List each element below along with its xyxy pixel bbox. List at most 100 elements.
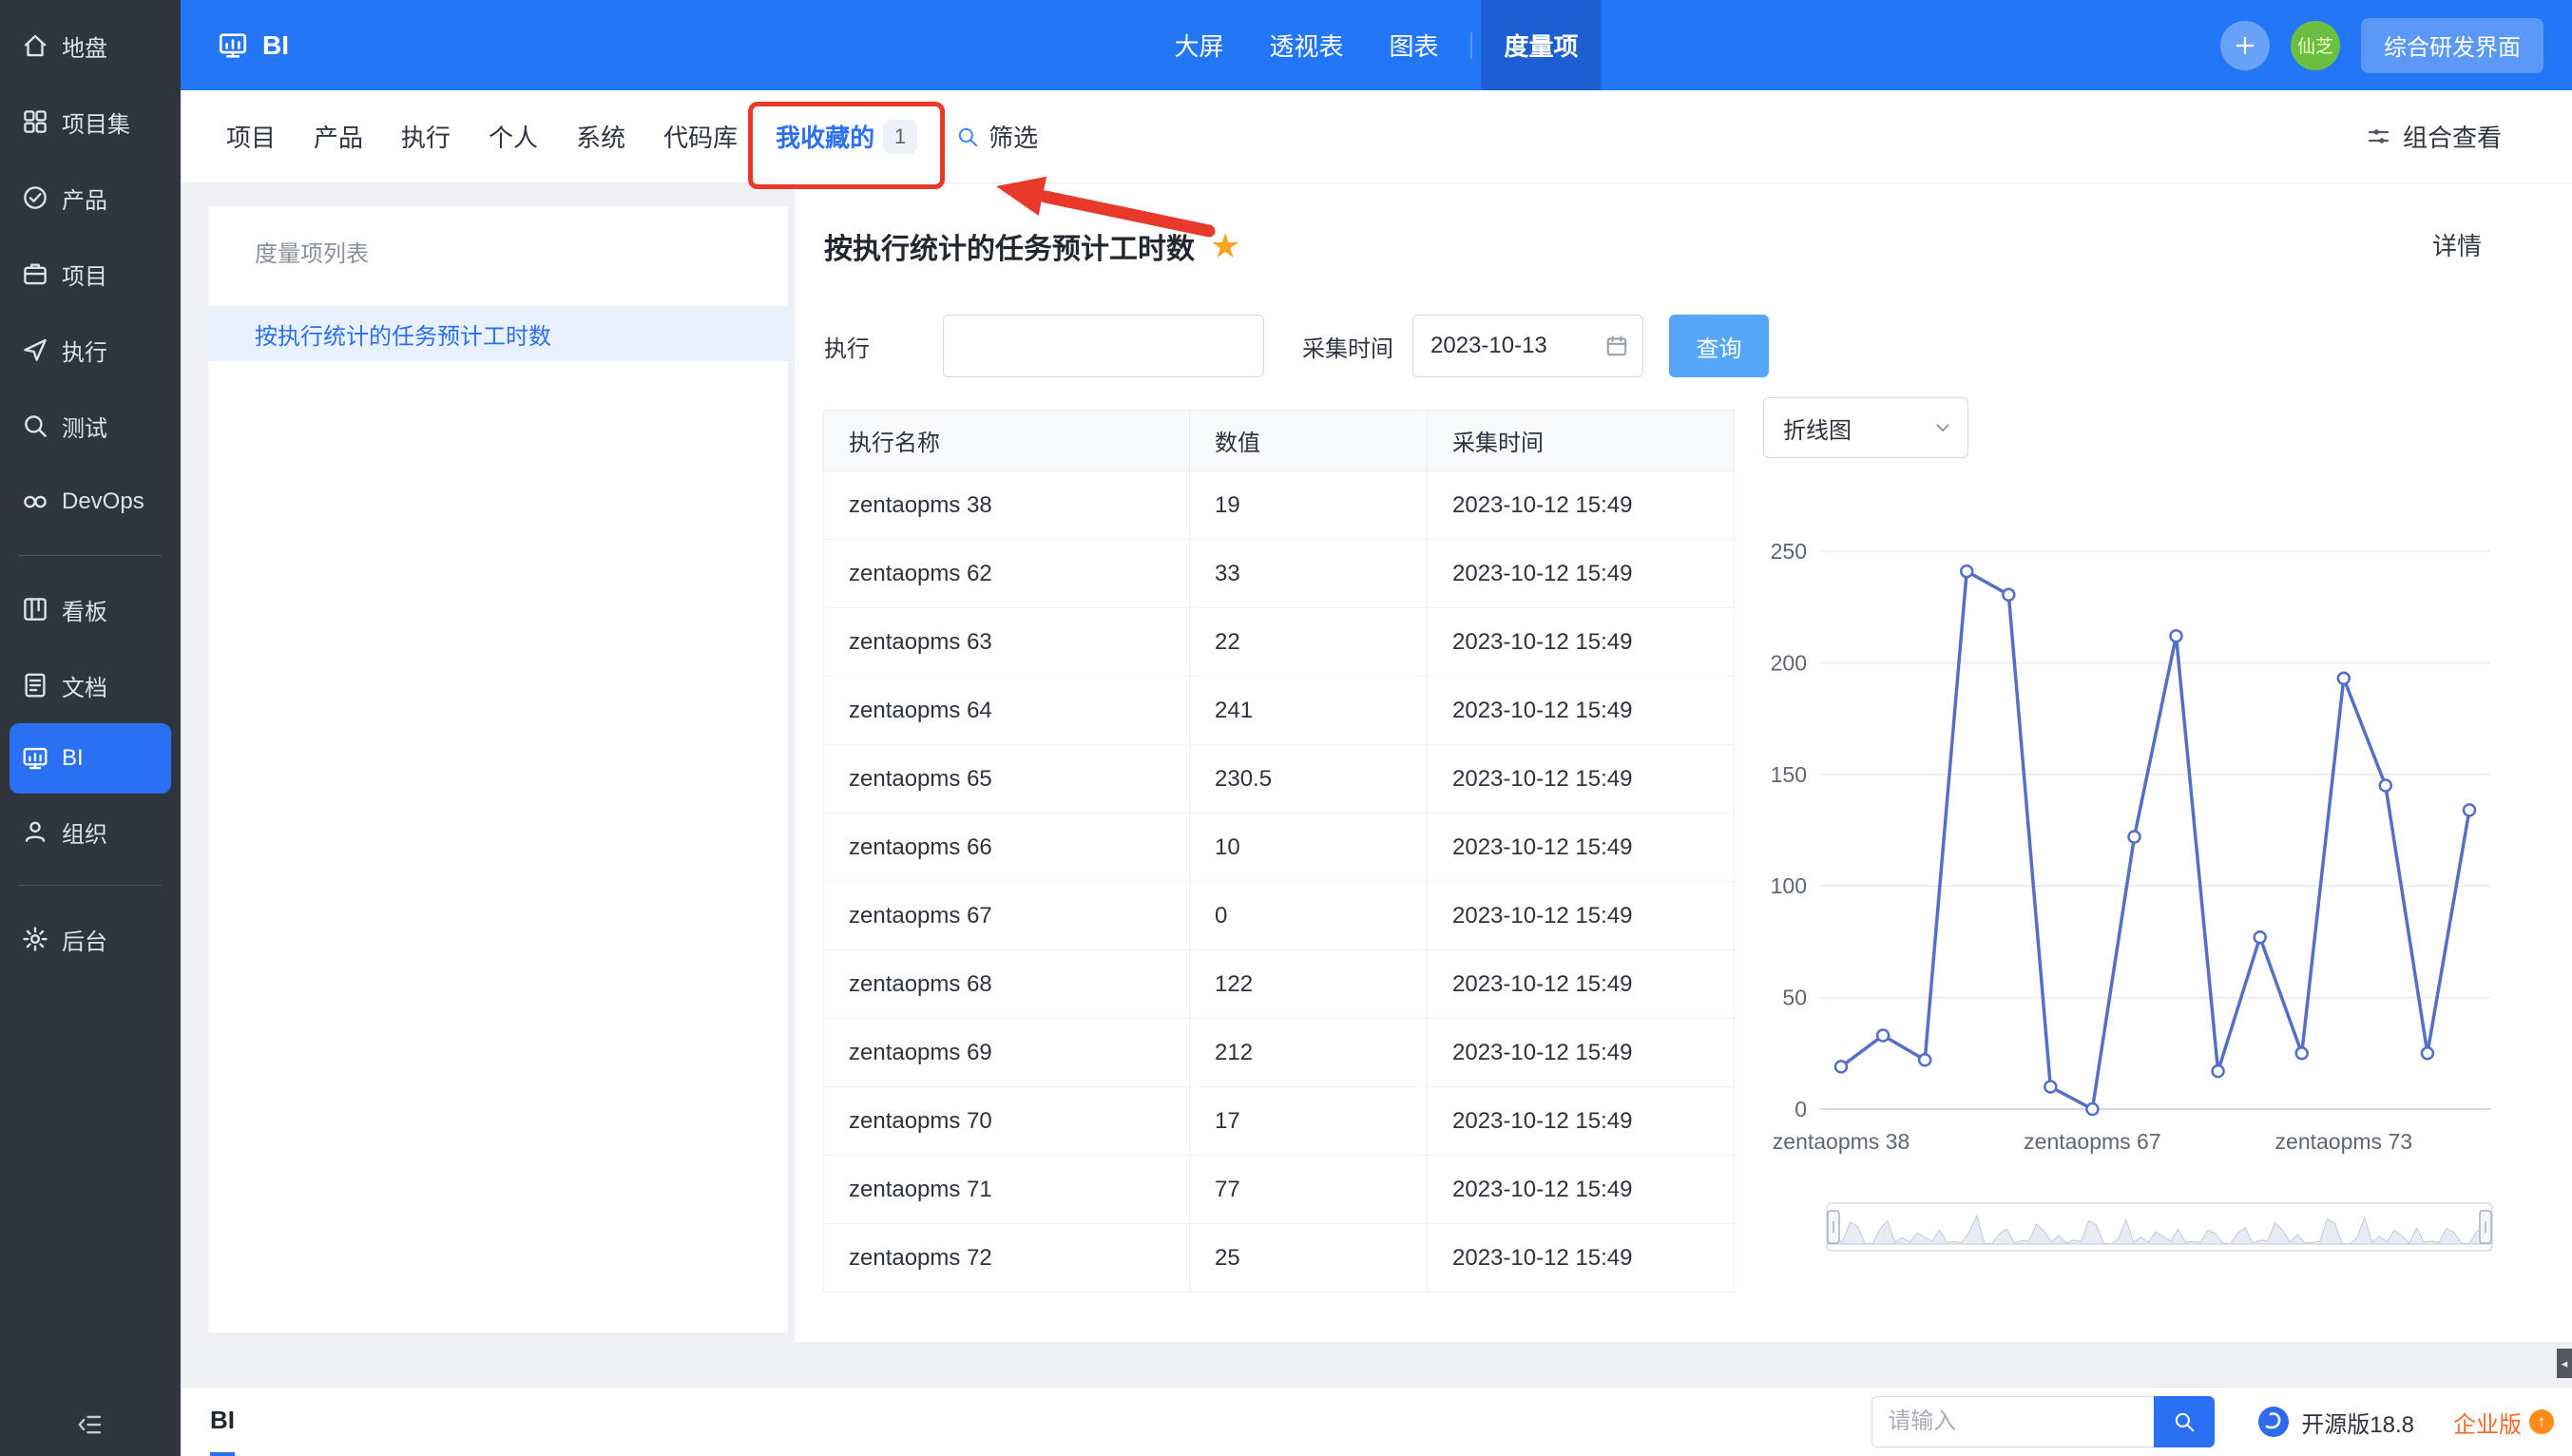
topnav-item-4[interactable]: 度量项	[1482, 0, 1602, 90]
chart-type-value: 折线图	[1783, 412, 1852, 445]
footer-search-button[interactable]	[2154, 1396, 2215, 1447]
upgrade-badge-icon[interactable]: ↑	[2529, 1409, 2554, 1434]
combined-view-button[interactable]: 组合查看	[2366, 119, 2572, 154]
topbar-right: 仙芝 综合研发界面	[2220, 18, 2572, 73]
svg-text:200: 200	[1771, 650, 1807, 675]
metric-list-item[interactable]: 按执行统计的任务预计工时数	[208, 306, 788, 361]
sliders-icon	[2366, 124, 2391, 149]
zentao-logo-icon	[2257, 1406, 2290, 1438]
tab-label: 执行	[401, 119, 451, 154]
footer-brand-tab[interactable]: BI	[210, 1388, 235, 1456]
enterprise-link[interactable]: 企业版	[2453, 1406, 2522, 1439]
chart-type-select[interactable]: 折线图	[1763, 397, 1968, 458]
chart-area: 050100150200250zentaopms 38zentaopms 67z…	[1739, 513, 2509, 1171]
table-header-cell: 执行名称	[824, 411, 1190, 471]
tab-label: 系统	[576, 119, 625, 154]
topnav-item-2[interactable]: 透视表	[1246, 0, 1366, 90]
table-cell: 2023-10-12 15:49	[1428, 882, 1735, 950]
table-header-cell: 采集时间	[1428, 411, 1735, 471]
sidebar-item-execution[interactable]: 执行	[0, 312, 181, 388]
add-button[interactable]	[2220, 21, 2270, 70]
sidebar-item-label: BI	[62, 745, 84, 772]
sidebar-item-devops[interactable]: DevOps	[0, 464, 181, 540]
table-cell: zentaopms 71	[824, 1156, 1190, 1224]
table-cell: zentaopms 65	[824, 745, 1190, 814]
favorite-star-icon[interactable]: ★	[1210, 229, 1240, 263]
topnav-item-3[interactable]: 图表	[1367, 0, 1462, 90]
sidebar-item-project[interactable]: 项目	[0, 236, 181, 312]
sidebar-item-program[interactable]: 项目集	[0, 84, 181, 160]
sidebar-item-label: 组织	[62, 815, 107, 849]
project-icon	[21, 259, 49, 288]
sidebar-item-admin[interactable]: 后台	[0, 901, 181, 977]
footer-search-input[interactable]	[1871, 1396, 2154, 1447]
date-filter-input[interactable]: 2023-10-13	[1412, 315, 1643, 377]
table-cell: zentaopms 66	[824, 814, 1190, 882]
svg-text:150: 150	[1771, 762, 1807, 787]
admin-icon	[21, 925, 49, 953]
tab-repo[interactable]: 代码库	[663, 119, 738, 154]
table-row: zentaopms 71772023-10-12 15:49	[824, 1156, 1735, 1224]
execution-filter-input[interactable]	[943, 315, 1264, 377]
sidebar-item-product[interactable]: 产品	[0, 160, 181, 236]
table-cell: 17	[1190, 1087, 1428, 1156]
tab-project[interactable]: 项目	[226, 119, 276, 154]
table-cell: 212	[1190, 1019, 1428, 1087]
chevron-down-icon	[1931, 416, 1954, 439]
table-cell: 2023-10-12 15:49	[1428, 608, 1735, 677]
sidebar-item-label: 后台	[62, 923, 107, 956]
tab-label: 项目	[226, 119, 276, 154]
tab-execution[interactable]: 执行	[401, 119, 451, 154]
tab-favorites[interactable]: 我收藏的1	[776, 119, 917, 154]
footer-right: 开源版18.8 企业版 ↑	[1871, 1396, 2572, 1447]
metric-table-head: 执行名称数值采集时间	[824, 411, 1735, 471]
table-row: zentaopms 642412023-10-12 15:49	[824, 677, 1735, 745]
table-cell: 2023-10-12 15:49	[1428, 677, 1735, 745]
topbar-brand: BI	[181, 29, 289, 62]
tab-product[interactable]: 产品	[314, 119, 363, 154]
sidebar-item-label: 文档	[62, 669, 107, 702]
sidebar-item-org[interactable]: 组织	[0, 794, 181, 870]
workspace-button[interactable]: 综合研发界面	[2361, 18, 2543, 73]
app: 地盘项目集产品项目执行测试DevOps看板文档BI组织后台 BI 大屏透视表图表…	[0, 0, 2572, 1456]
sidebar-item-label: 看板	[62, 593, 107, 626]
sidebar-divider	[19, 555, 162, 556]
sliders-icon-slot	[2366, 124, 2391, 149]
table-cell: 2023-10-12 15:49	[1428, 950, 1735, 1019]
tab-system[interactable]: 系统	[576, 119, 625, 154]
sidebar-item-doc[interactable]: 文档	[0, 647, 181, 723]
table-cell: zentaopms 63	[824, 608, 1190, 677]
table-row: zentaopms 681222023-10-12 15:49	[824, 950, 1735, 1019]
devops-icon	[21, 488, 49, 516]
bi-icon	[217, 29, 249, 62]
table-cell: 22	[1190, 608, 1428, 677]
tab-personal[interactable]: 个人	[489, 119, 538, 154]
detail-link[interactable]: 详情	[2432, 227, 2482, 262]
query-button[interactable]: 查询	[1669, 315, 1769, 377]
scroll-edge-tab[interactable]: ◂	[2557, 1349, 2572, 1378]
sidebar-collapse-button[interactable]	[0, 1410, 181, 1439]
sidebar-item-label: 产品	[62, 182, 107, 215]
metric-detail-header: 按执行统计的任务预计工时数 ★ 详情	[795, 183, 2572, 267]
home-icon	[21, 31, 49, 60]
tab-filter[interactable]: 筛选	[955, 119, 1038, 154]
metric-list-panel: 度量项列表 按执行统计的任务预计工时数	[208, 206, 788, 1332]
tabsbar-tabs: 项目 产品 执行 个人 系统 代码库 我收藏的1 筛选	[181, 119, 1076, 154]
main-column: BI 大屏透视表图表度量项 仙芝 综合研发界面 项目 产品 执行 个人 系统 代码库 我收藏…	[181, 0, 2572, 1456]
bi-icon	[21, 744, 49, 773]
table-cell: zentaopms 38	[824, 471, 1190, 540]
chart-datazoom[interactable]	[1826, 1202, 2493, 1252]
sidebar-item-kanban[interactable]: 看板	[0, 571, 181, 647]
date-filter-value: 2023-10-13	[1430, 333, 1547, 359]
zentao-logo	[2257, 1406, 2290, 1438]
sidebar-item-home[interactable]: 地盘	[0, 8, 181, 84]
table-cell: 2023-10-12 15:49	[1428, 540, 1735, 608]
topnav-item-1[interactable]: 大屏	[1151, 0, 1246, 90]
table-cell: 2023-10-12 15:49	[1428, 745, 1735, 814]
sidebar-item-bi[interactable]: BI	[10, 723, 171, 794]
datazoom-slider[interactable]	[1826, 1202, 2493, 1252]
avatar[interactable]: 仙芝	[2291, 21, 2340, 70]
qa-icon	[21, 412, 49, 440]
sidebar-item-qa[interactable]: 测试	[0, 388, 181, 464]
brand-icon-slot	[217, 29, 249, 62]
